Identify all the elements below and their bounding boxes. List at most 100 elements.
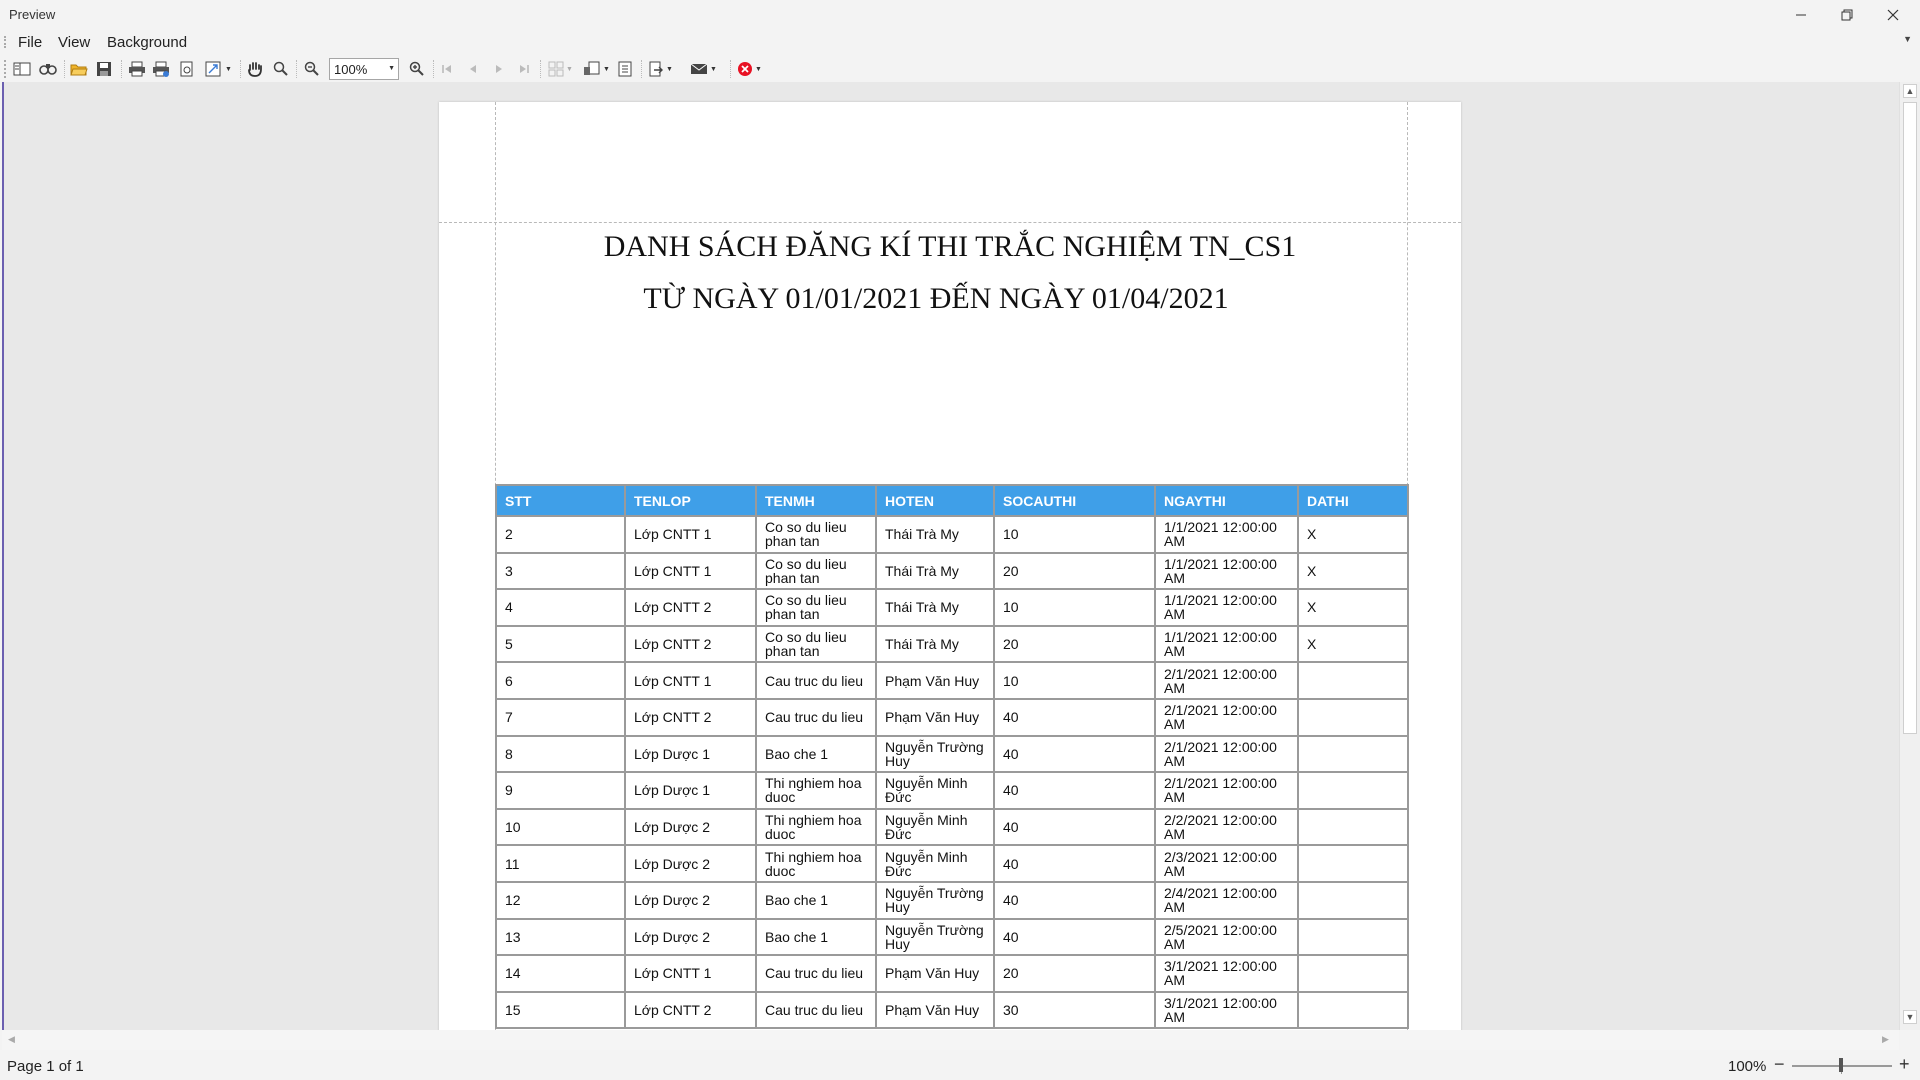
- table-row: 9 Lớp Dược 1 Thi nghiem hoa duoc Nguyễn Min…: [495, 771, 1409, 810]
- scroll-right-icon[interactable]: ▶: [1882, 1034, 1889, 1045]
- export-icon[interactable]: ▼: [648, 58, 673, 80]
- cell-stt: 5: [495, 624, 626, 664]
- cell-dathi: [1297, 807, 1409, 847]
- previous-page-icon[interactable]: [466, 58, 480, 80]
- menu-grip[interactable]: [4, 36, 6, 48]
- scroll-down-icon[interactable]: ▼: [1903, 1010, 1917, 1024]
- close-preview-icon[interactable]: ▼: [737, 58, 762, 80]
- table-row: 8 Lớp Dược 1 Bao che 1 Nguyễn Trường Huy 40 2…: [495, 734, 1409, 774]
- email-icon[interactable]: ▼: [690, 58, 717, 80]
- next-page-icon[interactable]: [492, 58, 506, 80]
- page-color-icon[interactable]: ▼: [583, 58, 610, 80]
- column-header-hoten: HOTEN: [875, 484, 995, 517]
- column-header-ngaythi: NGAYTHI: [1154, 484, 1299, 517]
- cell-stt: 14: [495, 954, 626, 993]
- table-row: 15 Lớp CNTT 2 Cau truc du lieu Phạm Văn Huy…: [495, 990, 1409, 1030]
- cell-ngaythi: 2/4/2021 12:00:00 AM: [1154, 880, 1299, 920]
- scroll-up-icon[interactable]: ▲: [1903, 84, 1917, 98]
- page-setup-icon[interactable]: [179, 58, 195, 80]
- cell-tenlop: Lớp Dược 1: [624, 734, 757, 774]
- vertical-scrollbar[interactable]: ▲ ▼: [1899, 82, 1920, 1030]
- preview-area[interactable]: DANH SÁCH ĐĂNG KÍ THI TRẮC NGHIỆM TN_CS1…: [2, 82, 1899, 1030]
- cell-dathi: [1297, 917, 1409, 957]
- cell-tenmh: Cau truc du lieu: [755, 661, 877, 700]
- table-row: 13 Lớp Dược 2 Bao che 1 Nguyễn Trường Huy 40…: [495, 917, 1409, 957]
- registration-table: STT TENLOP TENMH HOTEN SOCAUTHI NGAYTHI DATHI …: [495, 484, 1409, 1030]
- scrollbar-thumb[interactable]: [1903, 102, 1917, 734]
- column-header-dathi: DATHI: [1297, 484, 1409, 517]
- cell-socauthi: 40: [993, 734, 1156, 774]
- menu-background[interactable]: Background: [107, 34, 187, 51]
- cell-hoten: Nguyễn Trường Huy: [875, 917, 995, 957]
- cell-tenlop: Lớp CNTT 1: [624, 954, 757, 993]
- cell-ngaythi: 2/1/2021 12:00:00 AM: [1154, 771, 1299, 810]
- cell-socauthi: 40: [993, 807, 1156, 847]
- cell-hoten: Thái Trà My: [875, 624, 995, 664]
- table-row: 3 Lớp CNTT 1 Co so du lieu phan tan Thái Tr…: [495, 551, 1409, 591]
- chevron-down-icon[interactable]: ▼: [1903, 34, 1912, 44]
- hand-tool-icon[interactable]: [246, 58, 264, 80]
- multiple-pages-icon[interactable]: ▼: [548, 58, 573, 80]
- table-row: 10 Lớp Dược 2 Thi nghiem hoa duoc Nguyễn Mi…: [495, 807, 1409, 847]
- cell-ngaythi: 2/1/2021 12:00:00 AM: [1154, 697, 1299, 737]
- page-info: Page 1 of 1: [7, 1058, 84, 1075]
- open-folder-icon[interactable]: [70, 58, 88, 80]
- cell-ngaythi: 2/1/2021 12:00:00 AM: [1154, 661, 1299, 700]
- search-icon[interactable]: [39, 58, 57, 80]
- cell-tenmh: Thi nghiem hoa duoc: [755, 844, 877, 883]
- toolbar-separator: [641, 60, 642, 78]
- cell-ngaythi: 2/5/2021 12:00:00 AM: [1154, 917, 1299, 957]
- document-map-icon[interactable]: [13, 58, 31, 80]
- zoom-in-icon[interactable]: [409, 58, 425, 80]
- restore-button[interactable]: [1824, 0, 1870, 30]
- cell-hoten: Nguyễn Minh Đức: [875, 771, 995, 810]
- report-page: DANH SÁCH ĐĂNG KÍ THI TRẮC NGHIỆM TN_CS1…: [439, 102, 1461, 1030]
- watermark-icon[interactable]: [618, 58, 632, 80]
- cell-dathi: X: [1297, 624, 1409, 664]
- cell-socauthi: 10: [993, 661, 1156, 700]
- save-icon[interactable]: [96, 58, 112, 80]
- table-row: 14 Lớp CNTT 1 Cau truc du lieu Phạm Văn Huy…: [495, 954, 1409, 993]
- last-page-icon[interactable]: [517, 58, 531, 80]
- cell-ngaythi: 2/2/2021 12:00:00 AM: [1154, 807, 1299, 847]
- toolbar-separator: [240, 60, 241, 78]
- cell-tenmh: Bao che 1: [755, 917, 877, 957]
- cell-ngaythi: 3/1/2021 12:00:00 AM: [1154, 954, 1299, 993]
- zoom-out-icon[interactable]: [304, 58, 320, 80]
- zoom-in-button[interactable]: +: [1899, 1054, 1910, 1075]
- horizontal-scrollbar[interactable]: ◀ ▶: [2, 1030, 1899, 1050]
- cell-tenmh: Co so du lieu phan tan: [755, 515, 877, 554]
- magnifier-icon[interactable]: [273, 58, 289, 80]
- close-window-button[interactable]: [1870, 0, 1916, 30]
- zoom-out-button[interactable]: −: [1774, 1054, 1785, 1075]
- report-title: DANH SÁCH ĐĂNG KÍ THI TRẮC NGHIỆM TN_CS1: [603, 230, 1297, 263]
- window-title: Preview: [9, 7, 56, 22]
- margin-guide-top: [439, 222, 1461, 223]
- cell-dathi: [1297, 990, 1409, 1030]
- print-icon[interactable]: [128, 58, 146, 80]
- cell-tenmh: Co so du lieu phan tan: [755, 588, 877, 627]
- zoom-slider-thumb[interactable]: [1839, 1058, 1843, 1072]
- cell-dathi: X: [1297, 588, 1409, 627]
- quick-print-icon[interactable]: [152, 58, 170, 80]
- scroll-left-icon[interactable]: ◀: [8, 1034, 15, 1045]
- menu-file[interactable]: File: [18, 34, 42, 51]
- menu-view[interactable]: View: [58, 34, 90, 51]
- zoom-combobox[interactable]: 100% ▼: [329, 58, 399, 80]
- toolbar-grip: [4, 60, 6, 78]
- cell-socauthi: 40: [993, 844, 1156, 883]
- cell-socauthi: 30: [993, 990, 1156, 1030]
- chevron-down-icon[interactable]: ▼: [388, 65, 395, 72]
- cell-stt: 7: [495, 697, 626, 737]
- scale-icon[interactable]: ▼: [205, 58, 232, 80]
- cell-ngaythi: 3/1/2021 12:00:00 AM: [1154, 990, 1299, 1030]
- cell-stt: 9: [495, 771, 626, 810]
- toolbar-separator: [730, 60, 731, 78]
- minimize-button[interactable]: [1778, 0, 1824, 30]
- toolbar-separator: [64, 60, 65, 78]
- first-page-icon[interactable]: [440, 58, 454, 80]
- toolbar-separator: [296, 60, 297, 78]
- cell-tenmh: Co so du lieu phan tan: [755, 624, 877, 664]
- cell-socauthi: 40: [993, 697, 1156, 737]
- column-header-stt: STT: [495, 484, 626, 517]
